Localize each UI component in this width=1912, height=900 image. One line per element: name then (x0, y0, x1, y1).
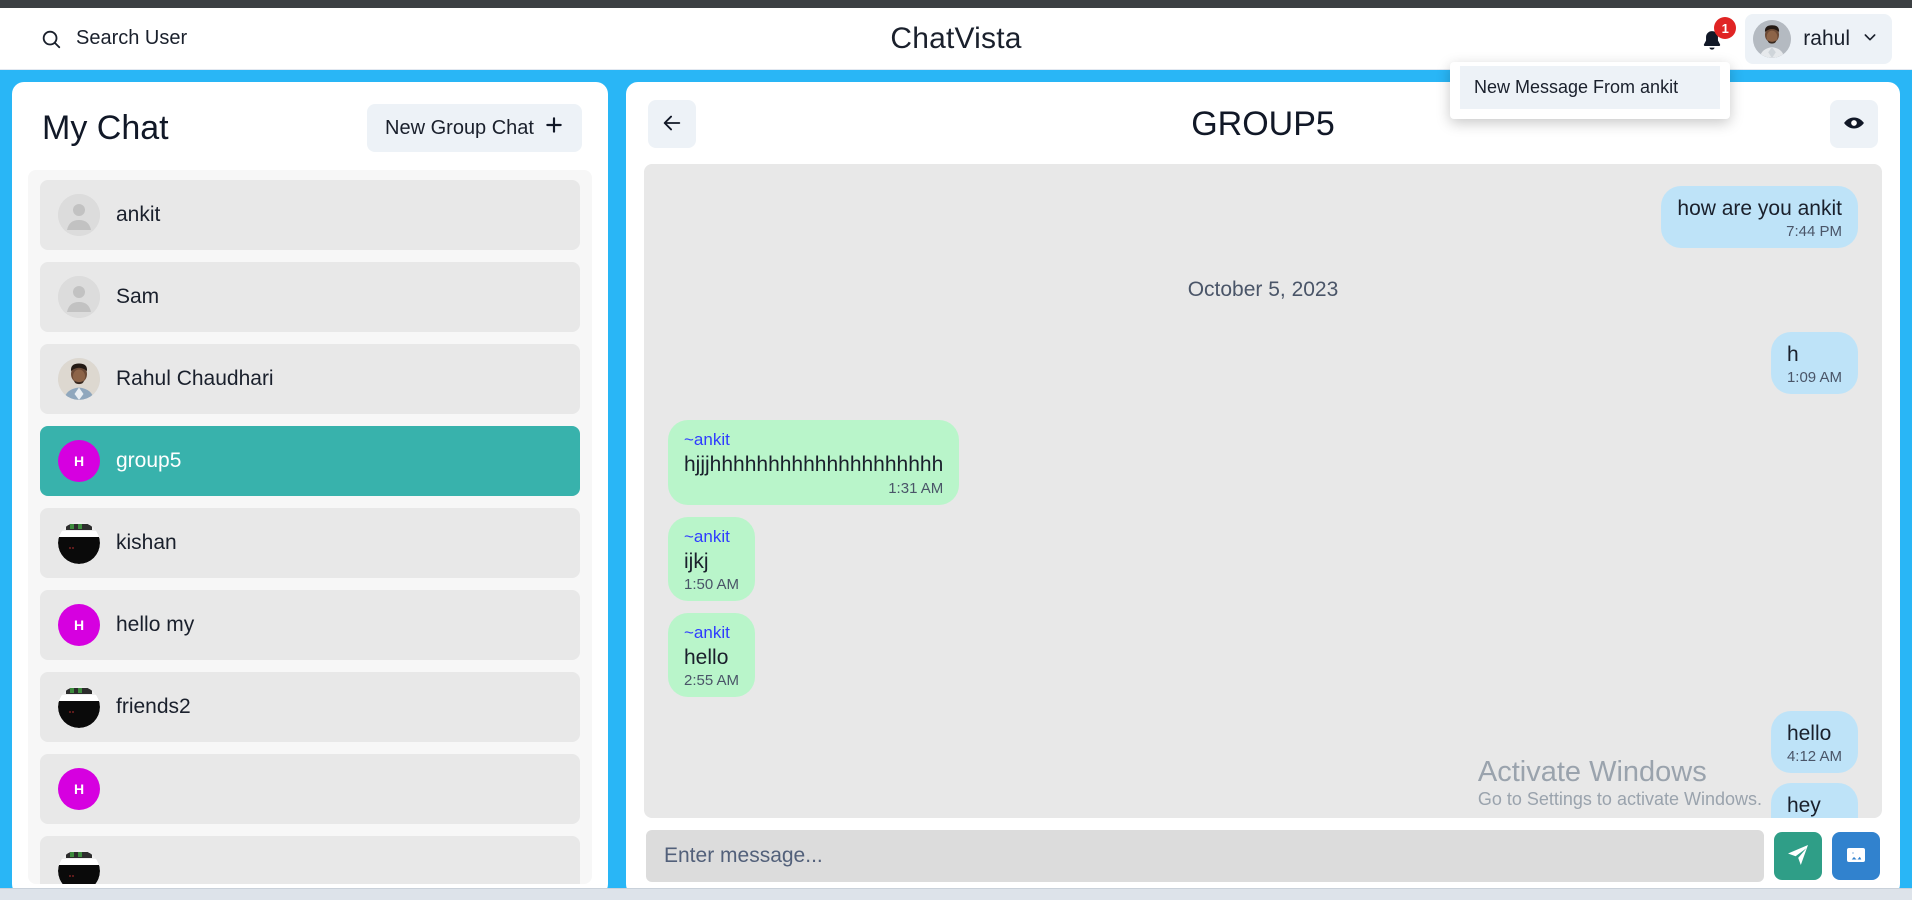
group-avatar-icon: H (58, 604, 100, 646)
message-bubble-outgoing: hello 4:12 AM (1770, 710, 1858, 774)
message-sender: ~ankit (684, 526, 730, 546)
profile-name: rahul (1803, 27, 1850, 50)
message-text: how are you ankit (1677, 197, 1842, 220)
message-text: hey (1786, 794, 1821, 818)
group-avatar-photo (58, 522, 100, 564)
message-bubble-outgoing: hey 4:12 AM (1770, 783, 1858, 818)
chevron-down-icon (1862, 29, 1878, 50)
chat-list-item[interactable]: H (40, 754, 580, 824)
search-user-button[interactable]: Search User (30, 21, 197, 56)
message-text: hello (1786, 721, 1832, 745)
chat-sidebar: My Chat New Group Chat ankit Sam Rahul C… (12, 82, 608, 896)
back-button[interactable] (648, 100, 696, 148)
chat-list-item[interactable]: H hello my (40, 590, 580, 660)
notification-item[interactable]: New Message From ankit (1460, 66, 1720, 109)
new-group-chat-label: New Group Chat (385, 116, 534, 139)
message-bubble-outgoing: h 1:09 AM (1770, 332, 1858, 395)
chat-list-item[interactable] (40, 836, 580, 884)
message-bubble-incoming: ~ankit hello 2:55 AM (668, 612, 756, 697)
chat-list-item-label: kishan (116, 531, 177, 554)
chat-list-item[interactable]: Rahul Chaudhari (40, 344, 580, 414)
message-text: ijkj (684, 549, 709, 573)
search-user-label: Search User (76, 27, 188, 49)
chat-list-item-label: friends2 (116, 695, 191, 718)
eye-icon (1843, 112, 1865, 137)
message-composer (644, 830, 1882, 882)
chat-panel: GROUP5 how are you ankit 7:44 PM October… (626, 82, 1900, 896)
group-avatar-photo (58, 850, 100, 884)
message-row: ~ankit hjjjhhhhhhhhhhhhhhhhhhhh 1:31 AM (668, 420, 1858, 505)
message-input[interactable] (646, 830, 1764, 882)
chat-list-item[interactable]: kishan (40, 508, 580, 578)
attach-image-button[interactable] (1832, 832, 1880, 880)
view-profile-button[interactable] (1830, 100, 1878, 148)
message-text: h (1786, 343, 1799, 367)
message-text: hjjjhhhhhhhhhhhhhhhhhhhh (684, 453, 944, 477)
message-time: 1:31 AM (888, 479, 944, 497)
app-header: Search User ChatVista 1 rahul (0, 8, 1912, 70)
user-avatar-icon (58, 194, 100, 236)
chat-list-item[interactable]: friends2 (40, 672, 580, 742)
send-button[interactable] (1774, 832, 1822, 880)
app-title: ChatVista (890, 21, 1022, 55)
arrow-left-icon (661, 112, 683, 137)
message-text: hello (684, 645, 729, 669)
group-avatar-icon: H (58, 440, 100, 482)
message-sender: ~ankit (684, 622, 730, 642)
message-row: hey 4:12 AM (668, 783, 1858, 818)
chat-list-item-label: group5 (116, 449, 182, 472)
message-time: 7:44 PM (1786, 223, 1842, 241)
message-bubble-incoming: ~ankit ijkj 1:50 AM (668, 516, 756, 601)
chat-list-item-label: Rahul Chaudhari (116, 367, 274, 390)
search-icon (40, 28, 62, 50)
avatar (1753, 20, 1792, 58)
notifications-dropdown: New Message From ankit (1450, 62, 1730, 119)
group-avatar-icon: H (58, 768, 100, 810)
user-avatar-icon (58, 276, 100, 318)
profile-menu-button[interactable]: rahul (1745, 14, 1892, 64)
chat-list-item[interactable]: ankit (40, 180, 580, 250)
message-row: how are you ankit 7:44 PM (668, 186, 1858, 249)
user-avatar-photo (58, 358, 100, 400)
message-time: 4:12 AM (1786, 748, 1842, 766)
plus-icon (544, 115, 564, 141)
browser-chrome-strip (0, 0, 1912, 8)
message-row: h 1:09 AM (668, 332, 1858, 395)
date-separator: October 5, 2023 (1187, 278, 1339, 302)
chat-list-item[interactable]: Sam (40, 262, 580, 332)
chat-list-item-label: Sam (116, 285, 160, 308)
message-sender: ~ankit (684, 430, 730, 450)
notification-badge: 1 (1714, 17, 1737, 39)
message-row: hello 4:12 AM (668, 710, 1858, 774)
chat-list-item-label: ankit (116, 203, 161, 226)
chat-list[interactable]: ankit Sam Rahul Chaudhari H group5 kisha… (28, 170, 592, 884)
header-actions: 1 rahul (1697, 8, 1892, 70)
notifications-button[interactable]: 1 (1697, 17, 1737, 57)
message-bubble-outgoing: how are you ankit 7:44 PM (1661, 186, 1858, 249)
message-time: 1:09 AM (1786, 369, 1842, 387)
message-time: 2:55 AM (684, 671, 740, 689)
message-time: 1:50 AM (684, 575, 740, 593)
chat-list-item-label: hello my (116, 613, 195, 636)
image-icon (1844, 843, 1868, 870)
taskbar-strip (0, 888, 1912, 900)
message-row: ~ankit ijkj 1:50 AM (668, 516, 1858, 601)
group-avatar-photo (58, 686, 100, 728)
new-group-chat-button[interactable]: New Group Chat (367, 104, 582, 152)
sidebar-header: My Chat New Group Chat (28, 98, 592, 170)
send-icon (1786, 843, 1810, 870)
message-bubble-incoming: ~ankit hjjjhhhhhhhhhhhhhhhhhhhh 1:31 AM (668, 420, 960, 505)
message-row: ~ankit hello 2:55 AM (668, 612, 1858, 697)
app-body: My Chat New Group Chat ankit Sam Rahul C… (0, 70, 1912, 900)
message-area[interactable]: how are you ankit 7:44 PM October 5, 202… (644, 164, 1882, 818)
sidebar-title: My Chat (42, 108, 169, 147)
chat-list-item-group5[interactable]: H group5 (40, 426, 580, 496)
